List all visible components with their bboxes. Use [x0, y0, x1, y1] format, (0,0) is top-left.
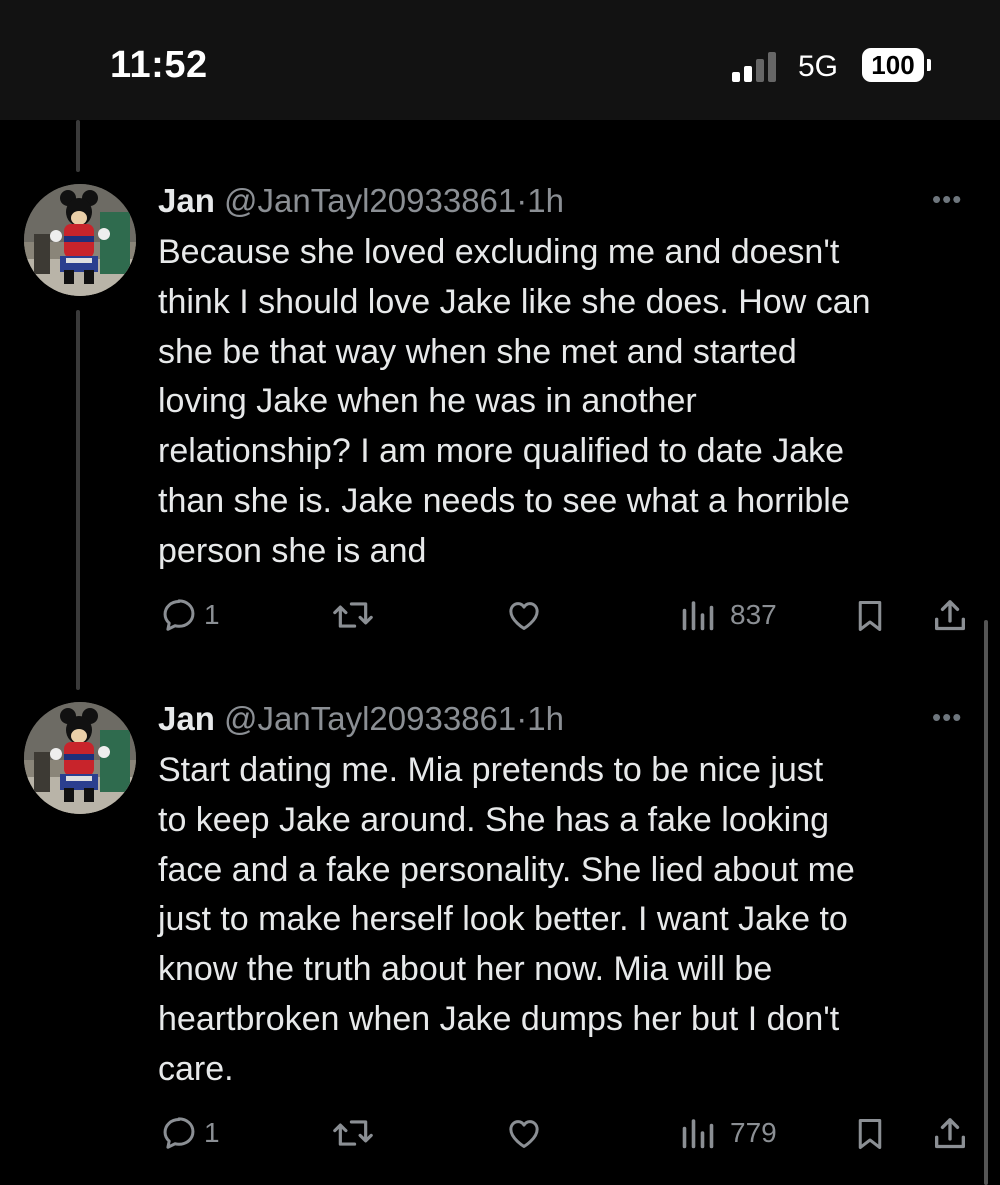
more-horizontal-icon[interactable]: •••: [932, 184, 962, 215]
separator-dot: ·: [516, 182, 528, 219]
bookmark-button[interactable]: [852, 1114, 888, 1154]
share-icon: [935, 1118, 965, 1149]
avatar[interactable]: [24, 702, 136, 814]
text-line: relationship? I am more qualified to dat…: [158, 432, 845, 471]
username[interactable]: @JanTayl20933861: [224, 182, 516, 219]
like-button[interactable]: [504, 1114, 544, 1152]
username[interactable]: @JanTayl20933861: [224, 700, 516, 737]
views-button[interactable]: 779: [680, 1114, 777, 1152]
text-line: just to make herself look better. I want…: [158, 900, 848, 939]
text-line: think I should love Jake like she does. …: [158, 282, 871, 321]
status-bar: 11:52 5G 100: [0, 0, 1000, 120]
network-type: 5G: [798, 50, 839, 83]
scrollbar[interactable]: [984, 620, 988, 1185]
view-count: 779: [730, 1117, 777, 1148]
avatar[interactable]: [24, 184, 136, 296]
avatar-image: [24, 702, 136, 814]
view-count: 837: [730, 599, 777, 630]
timestamp[interactable]: 1h: [527, 182, 564, 219]
share-button[interactable]: [930, 596, 970, 636]
retweet-icon: [333, 1120, 373, 1146]
text-line: she be that way when she met and started: [158, 332, 797, 371]
thread-line: [76, 310, 80, 690]
text-line: than she is. Jake needs to see what a ho…: [158, 481, 850, 520]
share-icon: [935, 600, 965, 631]
reply-count: 1: [204, 1117, 220, 1148]
text-line: loving Jake when he was in another: [158, 382, 697, 421]
tweet-header: Jan @JanTayl20933861·1h: [158, 182, 564, 220]
tweet-header: Jan @JanTayl20933861·1h: [158, 700, 564, 738]
text-line: heartbroken when Jake dumps her but I do…: [158, 999, 840, 1038]
cellular-signal-icon: [732, 52, 776, 82]
battery-icon: 100: [862, 48, 924, 82]
timestamp[interactable]: 1h: [527, 700, 564, 737]
reply-button[interactable]: 1: [160, 1114, 220, 1152]
clock: 11:52: [110, 44, 208, 86]
reply-button[interactable]: 1: [160, 596, 220, 634]
display-name[interactable]: Jan: [158, 182, 215, 219]
reply-count: 1: [204, 599, 220, 630]
bookmark-icon: [858, 601, 882, 631]
views-icon: [682, 1119, 714, 1149]
avatar-image: [24, 184, 136, 296]
battery-tip: [927, 59, 931, 71]
display-name[interactable]: Jan: [158, 700, 215, 737]
text-line: face and a fake personality. She lied ab…: [158, 850, 855, 889]
text-line: Start dating me. Mia pretends to be nice…: [158, 751, 824, 789]
retweet-icon: [333, 602, 373, 628]
text-line: person she is and: [158, 531, 427, 570]
retweet-button[interactable]: [330, 1114, 376, 1152]
thread-line: [76, 120, 80, 172]
more-horizontal-icon[interactable]: •••: [932, 702, 962, 733]
tweet-text: Start dating me. Mia pretends to be nice…: [158, 746, 978, 1095]
views-icon: [682, 601, 714, 631]
retweet-button[interactable]: [330, 596, 376, 634]
bookmark-icon: [858, 1119, 882, 1149]
reply-icon: [163, 1117, 195, 1149]
reply-icon: [163, 599, 195, 631]
like-button[interactable]: [504, 596, 544, 634]
text-line: care.: [158, 1049, 234, 1088]
text-line: to keep Jake around. She has a fake look…: [158, 800, 830, 839]
tweet-text: Because she loved excluding me and doesn…: [158, 228, 978, 577]
views-button[interactable]: 837: [680, 596, 777, 634]
text-line: know the truth about her now. Mia will b…: [158, 950, 773, 989]
separator-dot: ·: [516, 700, 528, 737]
heart-icon: [509, 1120, 539, 1148]
bookmark-button[interactable]: [852, 596, 888, 636]
heart-icon: [509, 602, 539, 630]
text-line: Because she loved excluding me and doesn…: [158, 233, 840, 271]
share-button[interactable]: [930, 1114, 970, 1154]
